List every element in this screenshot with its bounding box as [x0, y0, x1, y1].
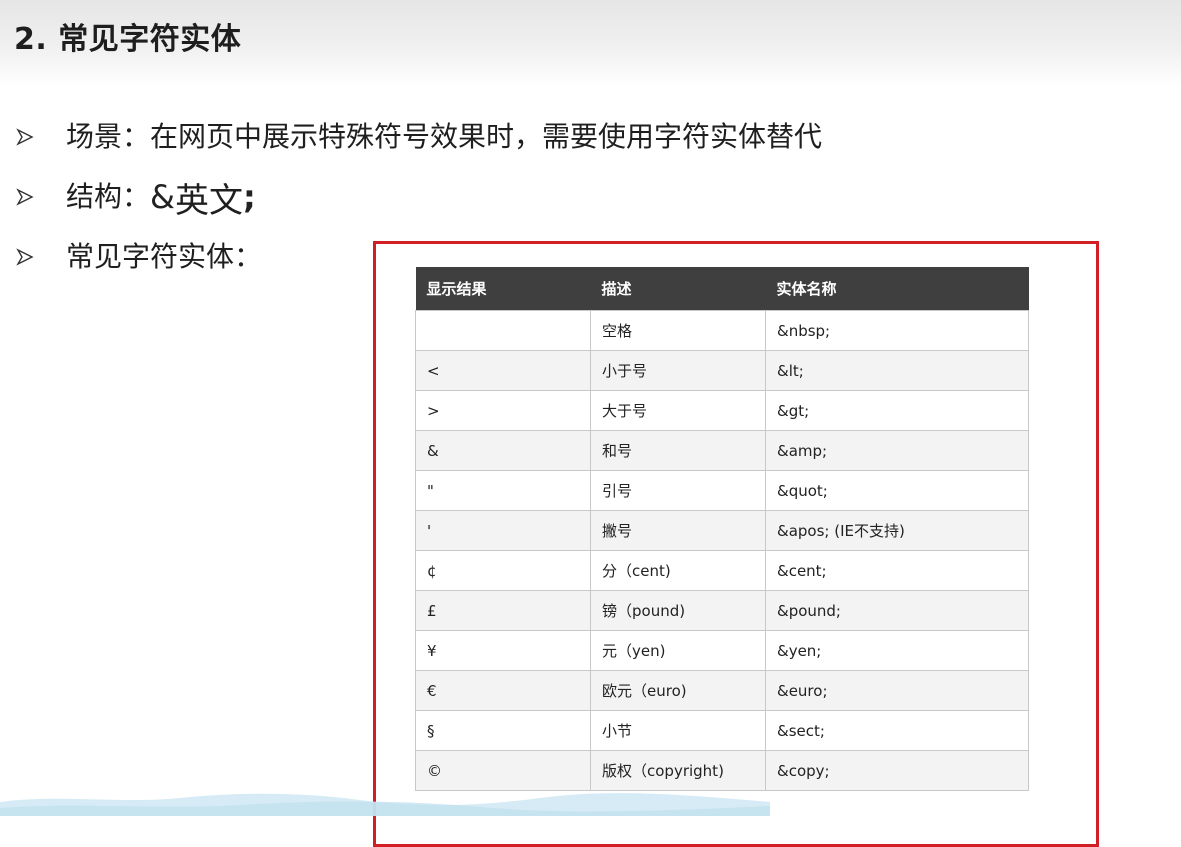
- table-row: § 小节 &sect;: [415, 710, 1029, 751]
- cell-display: &: [415, 430, 591, 471]
- cell-entity: &gt;: [765, 390, 1029, 431]
- cell-entity: &copy;: [765, 750, 1029, 791]
- cell-desc: 空格: [590, 310, 766, 351]
- cell-display: ¢: [415, 550, 591, 591]
- cell-desc: 欧元（euro): [590, 670, 766, 711]
- cell-entity: &yen;: [765, 630, 1029, 671]
- table-row: € 欧元（euro) &euro;: [415, 670, 1029, 711]
- header-display: 显示结果: [415, 267, 591, 311]
- cell-display: ¥: [415, 630, 591, 671]
- table-row: " 引号 &quot;: [415, 470, 1029, 511]
- cell-desc: 撇号: [590, 510, 766, 551]
- cell-entity: &cent;: [765, 550, 1029, 591]
- page-title: 2. 常见字符实体: [14, 22, 242, 57]
- table-row: 空格 &nbsp;: [415, 310, 1029, 351]
- cell-display: [415, 310, 591, 351]
- cell-display: §: [415, 710, 591, 751]
- cell-desc: 大于号: [590, 390, 766, 431]
- table-row: ' 撇号 &apos; (IE不支持): [415, 510, 1029, 551]
- cell-display: >: [415, 390, 591, 431]
- table-row: > 大于号 &gt;: [415, 390, 1029, 431]
- cell-display: €: [415, 670, 591, 711]
- bullet-common-text: 常见字符实体：: [66, 240, 263, 273]
- cell-desc: 和号: [590, 430, 766, 471]
- cell-entity: &sect;: [765, 710, 1029, 751]
- cell-display: ©: [415, 750, 591, 791]
- arrow-bullet-icon: [16, 128, 34, 146]
- table-row: © 版权（copyright) &copy;: [415, 750, 1029, 791]
- cell-desc: 镑（pound): [590, 590, 766, 631]
- arrow-bullet-icon: [16, 248, 34, 266]
- cell-entity: &amp;: [765, 430, 1029, 471]
- structure-value: 英文: [174, 180, 243, 221]
- cell-desc: 分（cent): [590, 550, 766, 591]
- cell-display: £: [415, 590, 591, 631]
- header-entity: 实体名称: [765, 267, 1029, 311]
- structure-semicolon: ;: [242, 178, 256, 216]
- table-row: ¥ 元（yen) &yen;: [415, 630, 1029, 671]
- cell-entity: &pound;: [765, 590, 1029, 631]
- cell-entity: &apos; (IE不支持): [765, 510, 1029, 551]
- bullet-scene-text: 场景：在网页中展示特殊符号效果时，需要使用字符实体替代: [66, 120, 823, 153]
- cell-desc: 引号: [590, 470, 766, 511]
- bullet-common: 常见字符实体：: [16, 232, 262, 282]
- cell-entity: &quot;: [765, 470, 1029, 511]
- cell-display: ": [415, 470, 591, 511]
- cell-entity: &euro;: [765, 670, 1029, 711]
- cell-display: ': [415, 510, 591, 551]
- decorative-wave: [0, 793, 770, 816]
- bullet-scene: 场景：在网页中展示特殊符号效果时，需要使用字符实体替代: [16, 112, 822, 162]
- header-desc: 描述: [590, 267, 766, 311]
- cell-entity: &lt;: [765, 350, 1029, 391]
- table-row: & 和号 &amp;: [415, 430, 1029, 471]
- cell-desc: 元（yen): [590, 630, 766, 671]
- arrow-bullet-icon: [16, 188, 34, 206]
- entity-table: 显示结果 描述 实体名称 空格 &nbsp; < 小于号 &lt; > 大于号 …: [415, 267, 1029, 791]
- bullet-structure: 结构： & 英文 ;: [16, 172, 256, 222]
- structure-amp: &: [150, 178, 175, 216]
- table-row: < 小于号 &lt;: [415, 350, 1029, 391]
- cell-display: <: [415, 350, 591, 391]
- title-bar: 2. 常见字符实体: [0, 0, 1181, 86]
- cell-desc: 小于号: [590, 350, 766, 391]
- table-header-row: 显示结果 描述 实体名称: [415, 267, 1029, 311]
- bullet-structure-label: 结构：: [66, 180, 151, 213]
- table-row: £ 镑（pound) &pound;: [415, 590, 1029, 631]
- cell-entity: &nbsp;: [765, 310, 1029, 351]
- cell-desc: 小节: [590, 710, 766, 751]
- table-row: ¢ 分（cent) &cent;: [415, 550, 1029, 591]
- cell-desc: 版权（copyright): [590, 750, 766, 791]
